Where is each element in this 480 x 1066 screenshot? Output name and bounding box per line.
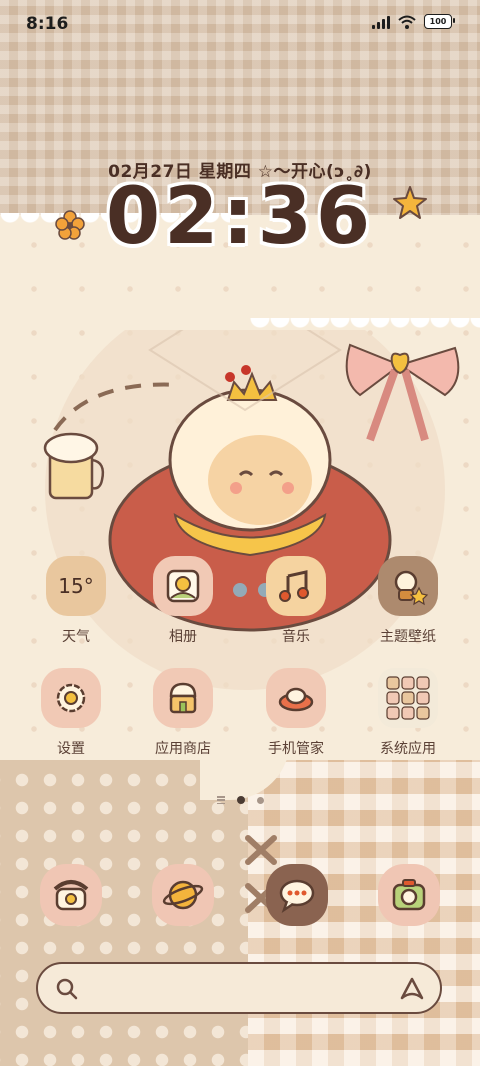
battery-icon: 100 bbox=[424, 14, 455, 29]
app-label-gallery: 相册 bbox=[169, 629, 197, 645]
wifi-icon bbox=[398, 15, 416, 29]
browser-icon bbox=[162, 880, 204, 910]
clock-time[interactable]: 02:36 bbox=[0, 172, 480, 262]
app-music[interactable]: 音乐 bbox=[256, 556, 336, 646]
page-dot[interactable] bbox=[256, 796, 264, 804]
page-indicator[interactable] bbox=[0, 796, 480, 804]
weather-icon: 15° bbox=[46, 556, 106, 616]
phone-manager-icon bbox=[266, 668, 326, 728]
settings-icon bbox=[41, 668, 101, 728]
dock-phone[interactable] bbox=[40, 864, 102, 926]
battery-level: 100 bbox=[429, 17, 447, 26]
search-icon[interactable] bbox=[54, 976, 80, 1002]
messages-icon bbox=[279, 879, 315, 914]
app-label-music: 音乐 bbox=[282, 629, 310, 645]
app-app-store[interactable]: 应用商店 bbox=[143, 668, 223, 758]
app-system-apps-folder[interactable]: 系统应用 bbox=[368, 668, 448, 758]
page-dot-active[interactable] bbox=[236, 796, 245, 804]
app-label-system-apps: 系统应用 bbox=[380, 741, 436, 757]
app-phone-manager[interactable]: 手机管家 bbox=[256, 668, 336, 758]
app-label-app-store: 应用商店 bbox=[155, 741, 211, 757]
app-weather[interactable]: 15° 天气 bbox=[36, 556, 116, 646]
weather-temperature: 15° bbox=[58, 574, 94, 598]
app-settings[interactable]: 设置 bbox=[31, 668, 111, 758]
assistant-icon[interactable] bbox=[398, 976, 426, 1002]
dock-browser[interactable] bbox=[152, 864, 214, 926]
app-store-icon bbox=[153, 668, 213, 728]
camera-icon bbox=[392, 879, 426, 911]
signal-icon bbox=[372, 15, 390, 29]
dock-camera[interactable] bbox=[378, 864, 440, 926]
themes-icon bbox=[378, 556, 438, 616]
app-label-settings: 设置 bbox=[57, 741, 85, 757]
gallery-icon bbox=[153, 556, 213, 616]
app-themes[interactable]: 主题壁纸 bbox=[368, 556, 448, 646]
app-label-weather: 天气 bbox=[62, 629, 90, 645]
phone-icon bbox=[53, 880, 89, 911]
status-bar: 8:16 100 bbox=[0, 0, 480, 50]
dock-messages[interactable] bbox=[266, 864, 328, 926]
app-label-themes: 主题壁纸 bbox=[380, 629, 436, 645]
app-gallery[interactable]: 相册 bbox=[143, 556, 223, 646]
status-time: 8:16 bbox=[26, 14, 69, 34]
wallpaper-dots-bottom bbox=[0, 760, 260, 1066]
search-bar[interactable] bbox=[36, 962, 442, 1014]
music-icon bbox=[266, 556, 326, 616]
page-list-icon[interactable] bbox=[216, 796, 225, 804]
app-label-phone-manager: 手机管家 bbox=[268, 741, 324, 757]
folder-icon bbox=[378, 668, 438, 728]
